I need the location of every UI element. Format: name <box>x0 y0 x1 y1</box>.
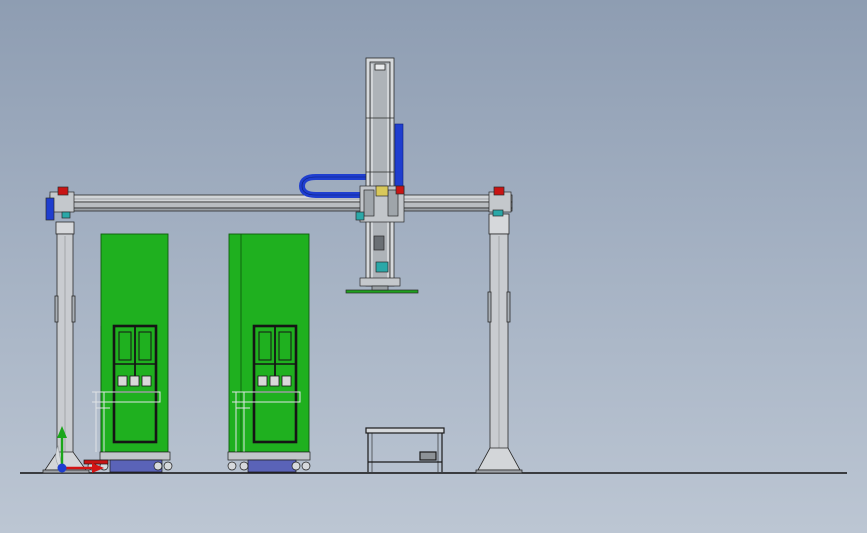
cabinet-2-base <box>227 451 311 473</box>
gripper-plate[interactable] <box>345 277 419 294</box>
z-axis-mast[interactable] <box>365 57 395 287</box>
assembly-drawing <box>20 57 847 474</box>
cad-viewport[interactable] <box>0 0 867 533</box>
cabinet-2-bins <box>257 375 292 387</box>
storage-cabinet-1[interactable] <box>92 233 169 453</box>
storage-cabinet-2[interactable] <box>228 233 310 453</box>
crossbeam-end-right <box>488 186 512 217</box>
workbench[interactable] <box>365 427 445 472</box>
gantry-column-left[interactable] <box>42 221 90 474</box>
gantry-crossbeam[interactable] <box>49 194 513 212</box>
crossbeam-end-left <box>45 186 75 221</box>
gantry-column-right[interactable] <box>475 213 523 474</box>
cabinet-1-bins <box>117 375 152 387</box>
